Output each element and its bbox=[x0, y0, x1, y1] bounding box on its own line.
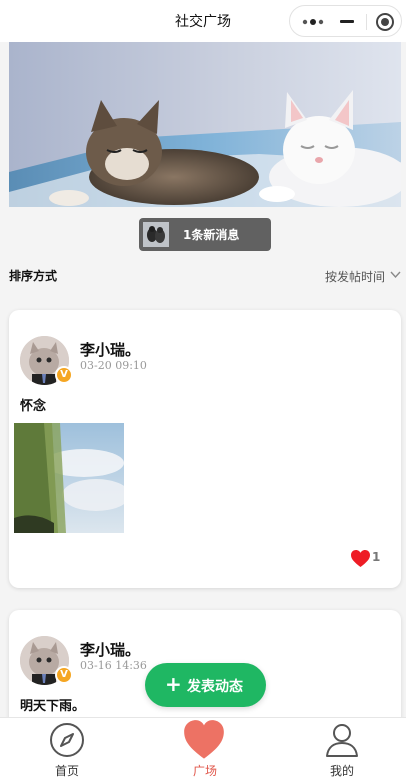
heart-like-icon[interactable] bbox=[350, 549, 371, 568]
tab-home-label: 首页 bbox=[54, 764, 79, 777]
compass-icon bbox=[50, 723, 84, 757]
post-card[interactable]: V 李小瑞。 03-20 09:10 怀念 1 bbox=[9, 310, 401, 588]
post-content: 怀念 bbox=[20, 399, 47, 414]
tab-plaza-label: 广场 bbox=[192, 764, 217, 777]
new-message-notice[interactable]: 1条新消息 bbox=[139, 218, 271, 251]
sort-label: 排序方式 bbox=[9, 269, 58, 283]
post-timestamp: 03-16 14:36 bbox=[80, 659, 147, 672]
nav-bar: 社交广场 bbox=[0, 0, 406, 42]
vip-badge: V bbox=[55, 666, 73, 684]
vip-badge: V bbox=[55, 366, 73, 384]
sort-selector[interactable]: 按发帖时间 bbox=[325, 268, 385, 285]
publish-post-button[interactable]: + 发表动态 bbox=[145, 663, 266, 707]
post-timestamp: 03-20 09:10 bbox=[80, 359, 147, 372]
kittens-illustration bbox=[9, 42, 401, 207]
publish-post-label: 发表动态 bbox=[187, 679, 243, 695]
new-message-label: 1条新消息 bbox=[183, 228, 240, 242]
post-username[interactable]: 李小瑞。 bbox=[80, 339, 140, 360]
close-target-icon[interactable] bbox=[376, 13, 394, 31]
tab-mine-label: 我的 bbox=[329, 764, 354, 777]
person-icon bbox=[326, 724, 358, 757]
tab-home[interactable]: 首页 bbox=[7, 718, 127, 777]
capsule-divider bbox=[366, 14, 367, 30]
tab-mine[interactable]: 我的 bbox=[282, 718, 402, 777]
post-content: 明天下雨。 bbox=[20, 699, 86, 714]
heart-icon bbox=[184, 720, 224, 759]
like-count: 1 bbox=[372, 550, 381, 564]
post-image[interactable] bbox=[14, 423, 124, 533]
chevron-down-icon[interactable] bbox=[390, 270, 401, 279]
minimize-icon[interactable] bbox=[340, 20, 354, 23]
message-avatar-thumbnail bbox=[143, 222, 169, 247]
plus-icon: + bbox=[165, 672, 182, 696]
mini-program-capsule bbox=[289, 5, 402, 37]
social-plaza-page: 社交广场 1条新消息 排序方式 按发帖时间 V 李小瑞。 03-20 09:10… bbox=[0, 0, 406, 777]
banner-image[interactable] bbox=[9, 42, 401, 207]
tab-bar: 首页 广场 我的 bbox=[0, 717, 406, 777]
tab-plaza[interactable]: 广场 bbox=[145, 718, 265, 777]
post-username[interactable]: 李小瑞。 bbox=[80, 639, 140, 660]
more-dots-icon[interactable] bbox=[300, 12, 326, 32]
